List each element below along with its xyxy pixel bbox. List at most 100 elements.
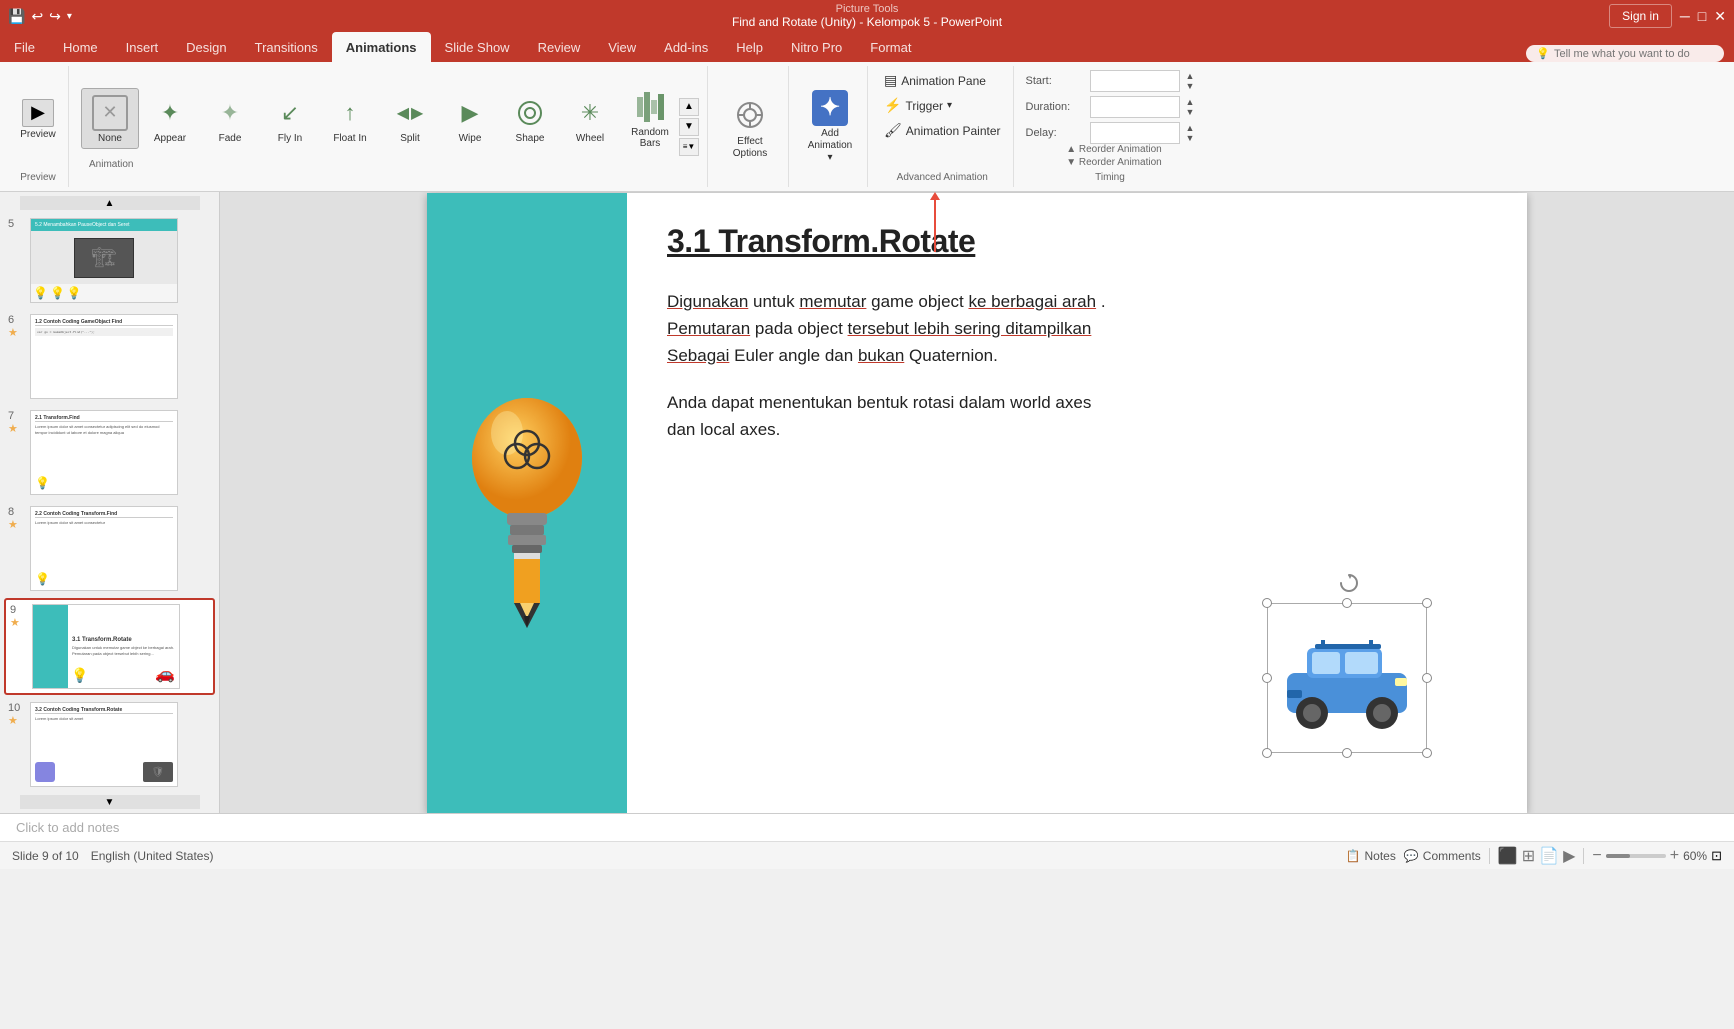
anim-wheel-button[interactable]: ✳ Wheel bbox=[561, 89, 619, 148]
save-icon[interactable]: 💾 bbox=[8, 8, 25, 25]
anim-shape-button[interactable]: Shape bbox=[501, 89, 559, 148]
preview-button[interactable]: ▶ Preview bbox=[16, 95, 60, 143]
body-text-4: pada object bbox=[755, 319, 848, 338]
tab-transitions[interactable]: Transitions bbox=[241, 32, 332, 62]
lightbulb-area bbox=[427, 193, 627, 813]
delay-input[interactable] bbox=[1090, 122, 1180, 144]
handle-topleft[interactable] bbox=[1262, 598, 1272, 608]
reading-view-icon[interactable]: 📄 bbox=[1539, 846, 1559, 866]
tab-home[interactable]: Home bbox=[49, 32, 112, 62]
anim-flyin-label: Fly In bbox=[278, 133, 302, 144]
tab-addins[interactable]: Add-ins bbox=[650, 32, 722, 62]
preview-label: Preview bbox=[20, 129, 56, 140]
tab-review[interactable]: Review bbox=[524, 32, 595, 62]
slide-left-panel bbox=[427, 193, 627, 813]
comments-button[interactable]: 💬 Comments bbox=[1404, 849, 1481, 863]
body-text-8: dan local axes. bbox=[667, 420, 780, 439]
anim-randombars-button[interactable]: Random Bars bbox=[621, 83, 679, 153]
start-input[interactable] bbox=[1090, 70, 1180, 92]
customize-qat-icon[interactable]: ▾ bbox=[67, 11, 72, 22]
tab-file[interactable]: File bbox=[0, 32, 49, 62]
close-icon[interactable]: ✕ bbox=[1714, 8, 1726, 25]
normal-view-icon[interactable]: ⬛ bbox=[1498, 846, 1518, 866]
handle-topright[interactable] bbox=[1422, 598, 1432, 608]
tab-nitropro[interactable]: Nitro Pro bbox=[777, 32, 856, 62]
undo-icon[interactable]: ↩ bbox=[31, 8, 43, 25]
handle-botmid[interactable] bbox=[1342, 748, 1352, 758]
anim-wipe-button[interactable]: ▶ Wipe bbox=[441, 89, 499, 148]
slide-thumbnail-7[interactable]: 7 ★ 2.1 Transform.Find Lorem ipsum dolor… bbox=[4, 406, 215, 499]
animation-pane-button[interactable]: ▤ Animation Pane bbox=[880, 70, 990, 91]
start-up-arrow[interactable]: ▲ bbox=[1186, 71, 1195, 81]
fade-icon: ✦ bbox=[210, 93, 250, 133]
tab-slideshow[interactable]: Slide Show bbox=[431, 32, 524, 62]
body-text-6: Quaternion. bbox=[909, 346, 998, 365]
delay-label: Delay: bbox=[1026, 127, 1084, 139]
quick-access-toolbar[interactable]: 💾 ↩ ↪ ▾ bbox=[8, 8, 72, 25]
anim-wipe-label: Wipe bbox=[459, 133, 482, 144]
slide-sorter-icon[interactable]: ⊞ bbox=[1522, 846, 1535, 866]
tab-insert[interactable]: Insert bbox=[112, 32, 173, 62]
anim-fade-button[interactable]: ✦ Fade bbox=[201, 89, 259, 148]
preview-group-label: Preview bbox=[20, 172, 56, 183]
slide-thumbnail-9[interactable]: 9 ★ 3.1 Transform.Rotate Digunakan untuk… bbox=[4, 598, 215, 695]
anim-flyin-button[interactable]: ↙ Fly In bbox=[261, 89, 319, 148]
start-down-arrow[interactable]: ▼ bbox=[1186, 81, 1195, 91]
scroll-more-arrow[interactable]: ≡▼ bbox=[679, 138, 699, 156]
tab-view[interactable]: View bbox=[594, 32, 650, 62]
slideshow-icon[interactable]: ▶ bbox=[1563, 846, 1575, 866]
notes-bar[interactable]: Click to add notes bbox=[0, 813, 1734, 841]
handle-botright[interactable] bbox=[1422, 748, 1432, 758]
slide-thumbnail-6[interactable]: 6 ★ 1.2 Contoh Coding GameObjact Find va… bbox=[4, 310, 215, 403]
zoom-out-icon[interactable]: − bbox=[1592, 847, 1601, 865]
tab-animations[interactable]: Animations bbox=[332, 32, 431, 62]
add-animation-button[interactable]: ✦ AddAnimation ▾ bbox=[801, 86, 859, 168]
panel-scroll-up[interactable]: ▲ bbox=[20, 196, 200, 210]
scroll-up-arrow[interactable]: ▲ bbox=[679, 98, 699, 116]
notes-icon: 📋 bbox=[1346, 849, 1361, 863]
notes-button[interactable]: 📋 Notes bbox=[1346, 849, 1396, 863]
duration-down-arrow[interactable]: ▼ bbox=[1186, 107, 1195, 117]
tab-format[interactable]: Format bbox=[856, 32, 925, 62]
reorder-down-button[interactable]: ▼ Reorder Animation bbox=[1066, 157, 1162, 168]
zoom-slider[interactable] bbox=[1606, 854, 1666, 858]
handle-topmid[interactable] bbox=[1342, 598, 1352, 608]
delay-up-arrow[interactable]: ▲ bbox=[1186, 123, 1195, 133]
slide-thumbnail-10[interactable]: 10 ★ 3.2 Contoh Coding Transform.Rotate … bbox=[4, 698, 215, 791]
advanced-animation-group: ▤ Animation Pane ⚡ Trigger ▾ 🖌 Animation… bbox=[872, 66, 1014, 187]
animation-painter-button[interactable]: 🖌 Animation Painter bbox=[880, 120, 1005, 141]
scroll-down-arrow[interactable]: ▼ bbox=[679, 118, 699, 136]
minimize-icon[interactable]: ─ bbox=[1680, 8, 1690, 24]
slide-thumbnail-8[interactable]: 8 ★ 2.2 Contoh Coding Transform.Find Lor… bbox=[4, 502, 215, 595]
anim-fade-label: Fade bbox=[219, 133, 242, 144]
canvas-area: 3.1 Transform.Rotate Digunakan untuk mem… bbox=[220, 192, 1734, 813]
duration-up-arrow[interactable]: ▲ bbox=[1186, 97, 1195, 107]
signin-button[interactable]: Sign in bbox=[1609, 4, 1672, 28]
rotate-handle[interactable] bbox=[1339, 573, 1355, 589]
reorder-up-button[interactable]: ▲ Reorder Animation bbox=[1066, 144, 1162, 155]
fit-slide-icon[interactable]: ⊡ bbox=[1711, 848, 1722, 864]
tab-help[interactable]: Help bbox=[722, 32, 777, 62]
slide-num-5: 5 bbox=[8, 218, 24, 230]
handle-botleft[interactable] bbox=[1262, 748, 1272, 758]
trigger-button[interactable]: ⚡ Trigger ▾ bbox=[880, 95, 956, 116]
car-selection[interactable] bbox=[1267, 603, 1427, 753]
anim-split-button[interactable]: ◀ ▶ Split bbox=[381, 89, 439, 148]
duration-input[interactable] bbox=[1090, 96, 1180, 118]
tab-design[interactable]: Design bbox=[172, 32, 240, 62]
view-buttons: ⬛ ⊞ 📄 ▶ bbox=[1498, 846, 1576, 866]
body-text-2: game object bbox=[871, 292, 968, 311]
handle-midright[interactable] bbox=[1422, 673, 1432, 683]
anim-none-button[interactable]: ✕ None bbox=[81, 88, 139, 149]
panel-scroll-down[interactable]: ▼ bbox=[20, 795, 200, 809]
maximize-icon[interactable]: □ bbox=[1698, 8, 1706, 24]
anim-floatin-button[interactable]: ↑ Float In bbox=[321, 89, 379, 148]
handle-midleft[interactable] bbox=[1262, 673, 1272, 683]
zoom-in-icon[interactable]: + bbox=[1670, 847, 1679, 865]
slide-thumbnail-5[interactable]: 5 5.2 Menambahkan PauseObject dan Seret … bbox=[4, 214, 215, 307]
redo-icon[interactable]: ↪ bbox=[49, 8, 61, 25]
anim-appear-button[interactable]: ✦ Appear bbox=[141, 89, 199, 148]
delay-down-arrow[interactable]: ▼ bbox=[1186, 133, 1195, 143]
effect-options-button[interactable]: EffectOptions bbox=[720, 90, 780, 164]
tell-me-input[interactable] bbox=[1554, 48, 1714, 60]
